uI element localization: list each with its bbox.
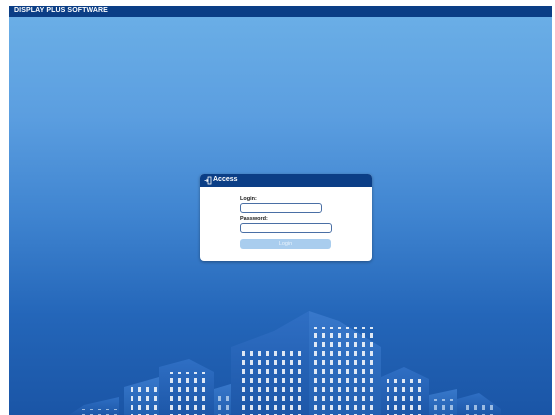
login-door-icon bbox=[204, 176, 212, 185]
access-dialog: Access Login: Password: Login bbox=[200, 174, 372, 261]
login-label: Login: bbox=[240, 196, 257, 202]
login-screen: DISPLAY PLUS SOFTWARE Access Login: Pass… bbox=[0, 0, 555, 415]
login-button[interactable]: Login bbox=[240, 239, 331, 249]
login-input[interactable] bbox=[240, 203, 322, 213]
app-title: DISPLAY PLUS SOFTWARE bbox=[14, 7, 108, 14]
password-label: Password: bbox=[240, 216, 268, 222]
password-input[interactable] bbox=[240, 223, 332, 233]
window-left-border bbox=[0, 0, 9, 415]
app-title-bar: DISPLAY PLUS SOFTWARE bbox=[9, 6, 552, 17]
dialog-header: Access bbox=[200, 174, 372, 187]
dialog-title: Access bbox=[213, 176, 238, 183]
